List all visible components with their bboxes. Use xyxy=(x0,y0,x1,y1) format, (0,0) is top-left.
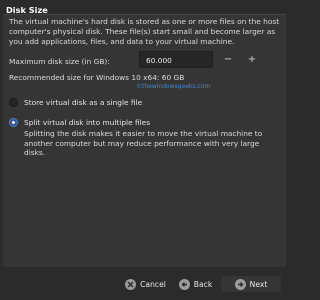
max-disk-size-input[interactable]: 60.000 xyxy=(139,51,213,68)
next-button[interactable]: Next xyxy=(220,275,282,293)
increase-size-button[interactable]: + xyxy=(237,51,267,68)
next-label: Next xyxy=(249,279,268,289)
back-label: Back xyxy=(193,279,213,289)
max-disk-size-label: Maximum disk size (in GB): xyxy=(9,57,110,66)
single-file-option[interactable]: Store virtual disk as a single file xyxy=(9,98,142,107)
single-file-radio[interactable] xyxy=(9,98,18,107)
cancel-icon xyxy=(125,278,137,290)
max-disk-size-value[interactable]: 60.000 xyxy=(146,56,172,65)
split-files-radio[interactable] xyxy=(9,118,18,127)
cancel-label: Cancel xyxy=(140,279,166,289)
disk-size-description: The virtual machine's hard disk is store… xyxy=(9,17,280,46)
watermark-text: ©thewindowsgeeks.com xyxy=(136,83,211,90)
split-files-option[interactable]: Split virtual disk into multiple files xyxy=(9,118,150,127)
split-files-label: Split virtual disk into multiple files xyxy=(24,118,151,127)
single-file-label: Store virtual disk as a single file xyxy=(24,98,143,107)
next-arrow-icon xyxy=(234,278,246,290)
back-button[interactable]: Back xyxy=(177,275,214,293)
split-files-description: Splitting the disk makes it easier to mo… xyxy=(24,129,263,158)
recommended-size-text: Recommended size for Windows 10 x64: 60 … xyxy=(9,73,185,82)
back-arrow-icon xyxy=(178,278,190,290)
cancel-button[interactable]: Cancel xyxy=(122,275,169,293)
